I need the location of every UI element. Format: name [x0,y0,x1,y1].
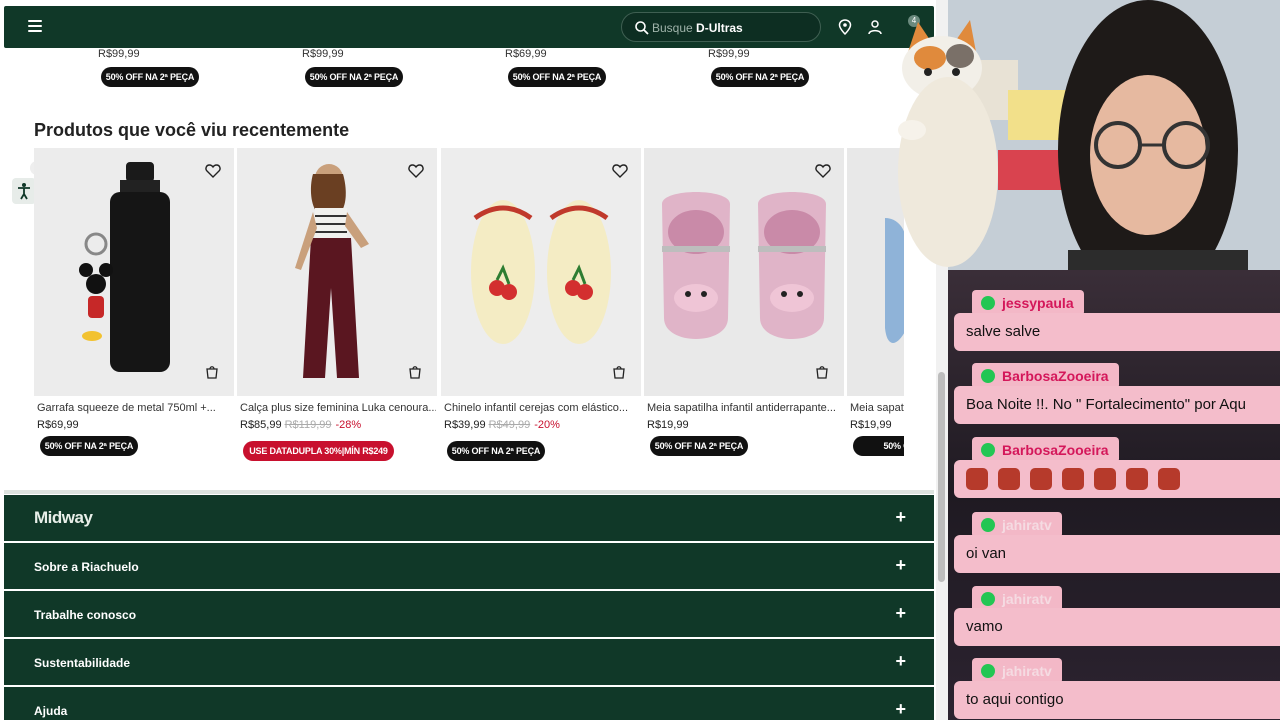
product-name[interactable]: Garrafa squeeze de metal 750ml +... [37,402,233,414]
search-placeholder: Busque D-Ultras [652,21,743,35]
expand-plus-icon[interactable]: + [895,507,906,528]
footer-item-sobre[interactable]: Sobre a Riachuelo + [4,543,934,589]
product-name[interactable]: Meia sapatilha infantil antiderrapante..… [647,402,843,414]
footer-item-trabalhe[interactable]: Trabalhe conosco + [4,591,934,637]
footer-item-label: Trabalhe conosco [34,608,137,622]
product-price: R$85,99 R$119,99 -28% [240,419,362,431]
footer-item-sustentabilidade[interactable]: Sustentabilidade + [4,639,934,685]
verified-check-icon [981,518,995,532]
emote-icon [1062,468,1084,491]
product-price: R$69,99 [37,419,79,431]
add-to-bag-icon[interactable] [407,364,423,380]
verified-check-icon [981,664,995,678]
verified-check-icon [981,296,995,310]
top-row-price: R$69,99 [505,48,547,60]
cat-sticker-image [898,20,998,267]
emote-icon [1158,468,1180,491]
chat-emote-message [954,460,1280,498]
top-row-price: R$99,99 [708,48,750,60]
favorite-heart-icon[interactable] [204,162,222,180]
top-row-price: R$99,99 [302,48,344,60]
product-name[interactable]: Calça plus size feminina Luka cenoura... [240,402,436,414]
scrollbar-thumb[interactable] [938,372,945,582]
favorite-heart-icon[interactable] [814,162,832,180]
coupon-badge: USE DATADUPLA 30%|MÍN R$249 [243,441,394,461]
product-card-image[interactable] [237,148,437,396]
sandals-image [471,200,611,344]
promo-badge: 50% OFF NA 2ª PEÇA [508,67,606,87]
top-navbar: Busque D-Ultras 4 [4,6,934,48]
verified-check-icon [981,592,995,606]
emote-icon [1030,468,1052,491]
add-to-bag-icon[interactable] [204,364,220,380]
product-card-image[interactable] [441,148,641,396]
menu-icon[interactable] [28,20,42,32]
chat-message: oi van [954,535,1280,573]
chat-message: to aqui contigo [954,681,1280,719]
expand-plus-icon[interactable]: + [895,699,906,720]
promo-badge: 50% OFF NA 2ª PEÇA [711,67,809,87]
divider [4,490,934,494]
add-to-bag-icon[interactable] [611,364,627,380]
footer-item-label: Sobre a Riachuelo [34,560,139,574]
verified-check-icon [981,369,995,383]
top-row-price: R$99,99 [98,48,140,60]
expand-plus-icon[interactable]: + [895,555,906,576]
badge-clip: 50% OFF [853,436,904,456]
product-price: R$19,99 [850,419,892,431]
product-card-image[interactable] [644,148,844,396]
add-to-bag-icon[interactable] [814,364,830,380]
footer-item-label: Ajuda [34,704,68,718]
footer-item-ajuda[interactable]: Ajuda + [4,687,934,720]
emote-icon [998,468,1020,491]
emote-icon [1126,468,1148,491]
promo-badge: 50% OFF NA 2ª PEÇA [40,436,138,456]
product-name[interactable]: Meia sapati [850,402,904,414]
footer-logo-row[interactable]: Midway + [4,495,934,541]
location-pin-icon[interactable] [836,18,854,36]
promo-badge: 50% OFF NA 2ª PEÇA [447,441,545,461]
screen: Busque D-Ultras 4 R$99,99 R$99,99 R$69,9… [0,0,1280,720]
expand-plus-icon[interactable]: + [895,651,906,672]
accessibility-button[interactable] [12,178,36,204]
promo-badge: 50% OFF NA 2ª PEÇA [650,436,748,456]
product-name[interactable]: Chinelo infantil cerejas com elástico... [444,402,640,414]
store-page: Busque D-Ultras 4 R$99,99 R$99,99 R$69,9… [0,0,948,720]
emote-icon [966,468,988,491]
promo-badge: 50% OFF NA 2ª PEÇA [101,67,199,87]
search-icon [635,21,649,35]
footer-item-label: Sustentabilidade [34,656,131,670]
promo-badge: 50% OFF NA 2ª PEÇA [305,67,403,87]
product-card-image[interactable] [34,148,234,396]
chat-message: Boa Noite !!. No " Fortalecimento" por A… [954,386,1280,424]
recently-viewed-title: Produtos que você viu recentemente [34,120,350,140]
favorite-heart-icon[interactable] [611,162,629,180]
bottle-image [79,162,170,372]
expand-plus-icon[interactable]: + [895,603,906,624]
chat-message: vamo [954,608,1280,646]
verified-check-icon [981,443,995,457]
emote-icon [1094,468,1116,491]
accessibility-icon [18,183,30,200]
product-price: R$19,99 [647,419,689,431]
chat-message: salve salve [954,313,1280,351]
search-input[interactable]: Busque D-Ultras [621,12,821,42]
midway-logo: Midway [34,508,93,527]
pants-model-image [295,164,369,378]
socks-image [662,192,826,339]
promo-badge: 50% OFF [853,436,904,456]
product-price: R$39,99 R$49,99 -20% [444,419,560,431]
favorite-heart-icon[interactable] [407,162,425,180]
